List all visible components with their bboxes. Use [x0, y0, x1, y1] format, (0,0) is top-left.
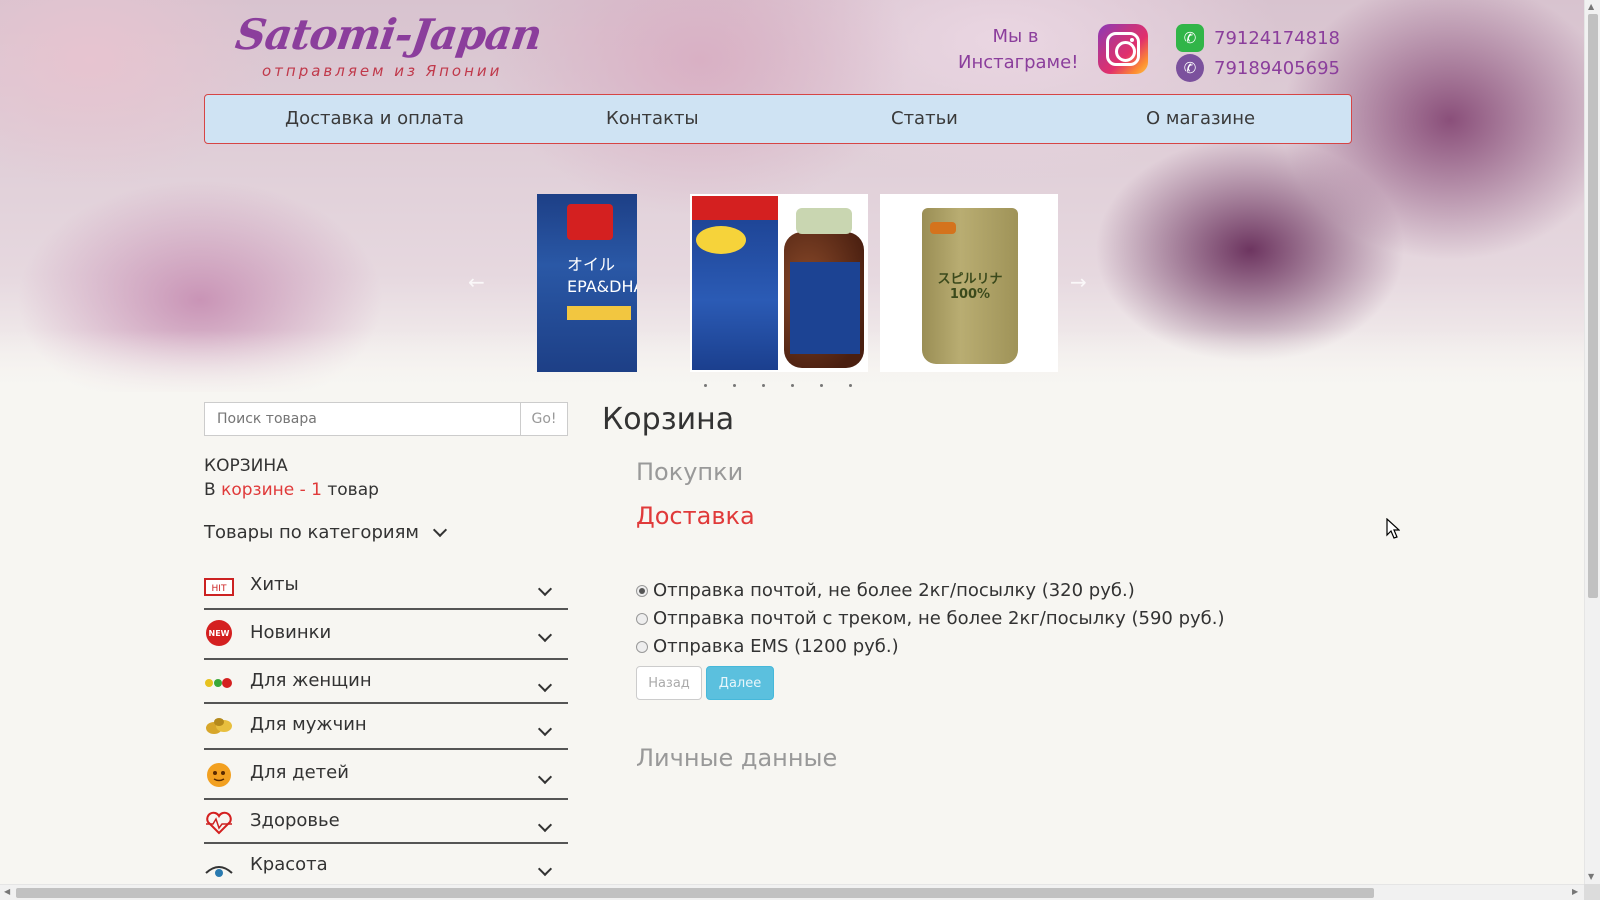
- nav-item-about[interactable]: О магазине: [1146, 108, 1255, 129]
- nav-item-contacts[interactable]: Контакты: [606, 108, 699, 129]
- site-logo[interactable]: Satomi-Japan отправляем из Японии: [233, 10, 545, 80]
- category-men[interactable]: Для мужчин: [204, 704, 568, 750]
- radio-button[interactable]: [636, 640, 648, 653]
- chevron-down-icon[interactable]: [537, 721, 553, 737]
- phone-number-viber: 79189405695: [1214, 57, 1340, 79]
- kids-icon: [204, 762, 234, 788]
- cart-link[interactable]: корзине - 1: [221, 480, 322, 500]
- category-label: Для женщин: [250, 670, 372, 691]
- health-icon: [204, 810, 234, 836]
- scroll-left-icon[interactable]: ◀: [4, 887, 10, 896]
- step-delivery[interactable]: Доставка: [636, 502, 755, 530]
- categories-toggle[interactable]: Товары по категориям: [204, 522, 448, 543]
- new-icon: NEW: [204, 620, 234, 646]
- carousel-dot[interactable]: [733, 384, 736, 387]
- cart-suffix: товар: [321, 480, 379, 500]
- horizontal-scrollbar[interactable]: ◀ ▶: [0, 884, 1584, 900]
- radio-button[interactable]: [636, 612, 648, 625]
- scrollbar-corner: [1584, 884, 1600, 900]
- women-icon: [204, 670, 234, 696]
- back-button[interactable]: Назад: [636, 666, 702, 700]
- step-purchases[interactable]: Покупки: [636, 458, 743, 486]
- logo-subtitle: отправляем из Японии: [262, 62, 503, 80]
- chevron-down-icon[interactable]: [537, 861, 553, 877]
- svg-text:HIT: HIT: [212, 584, 227, 594]
- category-label: Здоровье: [250, 810, 340, 831]
- category-label: Новинки: [250, 622, 332, 643]
- search-form: Go!: [204, 402, 568, 436]
- mouse-cursor-icon: [1386, 518, 1400, 539]
- delivery-option-post[interactable]: Отправка почтой, не более 2кг/посылку (3…: [636, 580, 1135, 601]
- scroll-up-icon[interactable]: ▲: [1588, 2, 1594, 11]
- hit-icon: HIT: [204, 574, 234, 600]
- delivery-option-label: Отправка почтой, не более 2кг/посылку (3…: [653, 580, 1135, 601]
- men-icon: [204, 712, 234, 738]
- category-label: Для мужчин: [250, 714, 367, 735]
- whatsapp-phone[interactable]: ✆ 79124174818: [1176, 24, 1340, 52]
- logo-title: Satomi-Japan: [232, 10, 545, 59]
- category-women[interactable]: Для женщин: [204, 660, 568, 704]
- nav-item-delivery[interactable]: Доставка и оплата: [285, 108, 464, 129]
- category-label: Для детей: [250, 762, 349, 783]
- chevron-down-icon[interactable]: [537, 581, 553, 597]
- category-health[interactable]: Здоровье: [204, 800, 568, 844]
- carousel-dot[interactable]: [791, 384, 794, 387]
- delivery-option-label: Отправка почтой с треком, не более 2кг/п…: [653, 608, 1225, 629]
- delivery-option-ems[interactable]: Отправка EMS (1200 руб.): [636, 636, 899, 657]
- instagram-icon[interactable]: [1098, 24, 1148, 74]
- categories-header: Товары по категориям: [204, 522, 419, 543]
- vertical-scrollbar[interactable]: ▲ ▼: [1584, 0, 1600, 884]
- instagram-text[interactable]: Мы в Инстаграме!: [958, 24, 1078, 76]
- horizontal-scroll-thumb[interactable]: [16, 888, 1374, 898]
- step-personal-data[interactable]: Личные данные: [636, 744, 837, 772]
- chevron-down-icon[interactable]: [537, 769, 553, 785]
- chevron-down-icon[interactable]: [537, 677, 553, 693]
- carousel-dot[interactable]: [849, 384, 852, 387]
- scroll-down-icon[interactable]: ▼: [1588, 872, 1594, 881]
- carousel-dot[interactable]: [704, 384, 707, 387]
- product-squalene[interactable]: [690, 194, 868, 372]
- delivery-option-tracked[interactable]: Отправка почтой с треком, не более 2кг/п…: [636, 608, 1225, 629]
- page-title: Корзина: [602, 402, 735, 437]
- carousel-next-arrow[interactable]: →: [1070, 270, 1087, 294]
- category-kids[interactable]: Для детей: [204, 750, 568, 800]
- cart-count: В корзине - 1 товар: [204, 480, 379, 500]
- radio-button[interactable]: [636, 584, 648, 597]
- category-hits[interactable]: HIT Хиты: [204, 570, 568, 610]
- cart-title: КОРЗИНА: [204, 456, 288, 476]
- scroll-right-icon[interactable]: ▶: [1572, 887, 1578, 896]
- beauty-icon: [204, 856, 234, 882]
- carousel-dot[interactable]: [820, 384, 823, 387]
- category-beauty[interactable]: Красота: [204, 844, 568, 884]
- product-spirulina[interactable]: スピルリナ 100%: [880, 194, 1058, 372]
- chevron-down-icon[interactable]: [537, 627, 553, 643]
- category-label: Красота: [250, 854, 328, 875]
- category-label: Хиты: [250, 574, 299, 595]
- delivery-option-label: Отправка EMS (1200 руб.): [653, 636, 899, 657]
- whatsapp-icon: ✆: [1176, 24, 1204, 52]
- svg-text:NEW: NEW: [209, 629, 230, 638]
- phone-number-whatsapp: 79124174818: [1214, 27, 1340, 49]
- nav-item-articles[interactable]: Статьи: [891, 108, 958, 129]
- chevron-down-icon[interactable]: [537, 817, 553, 833]
- product-omega3[interactable]: オイル EPA&DHA: [537, 194, 637, 372]
- viber-phone[interactable]: ✆ 79189405695: [1176, 54, 1340, 82]
- carousel-dots[interactable]: [704, 384, 852, 387]
- carousel-prev-arrow[interactable]: ←: [468, 270, 485, 294]
- search-button[interactable]: Go!: [520, 402, 568, 436]
- vertical-scroll-thumb[interactable]: [1588, 14, 1598, 598]
- cart-prefix: В: [204, 480, 222, 500]
- chevron-down-icon: [432, 522, 448, 537]
- main-nav: Доставка и оплата Контакты Статьи О мага…: [204, 94, 1352, 144]
- search-input[interactable]: [204, 402, 520, 436]
- category-new[interactable]: NEW Новинки: [204, 610, 568, 660]
- viber-icon: ✆: [1176, 54, 1204, 82]
- next-button[interactable]: Далее: [706, 666, 774, 700]
- carousel-dot[interactable]: [762, 384, 765, 387]
